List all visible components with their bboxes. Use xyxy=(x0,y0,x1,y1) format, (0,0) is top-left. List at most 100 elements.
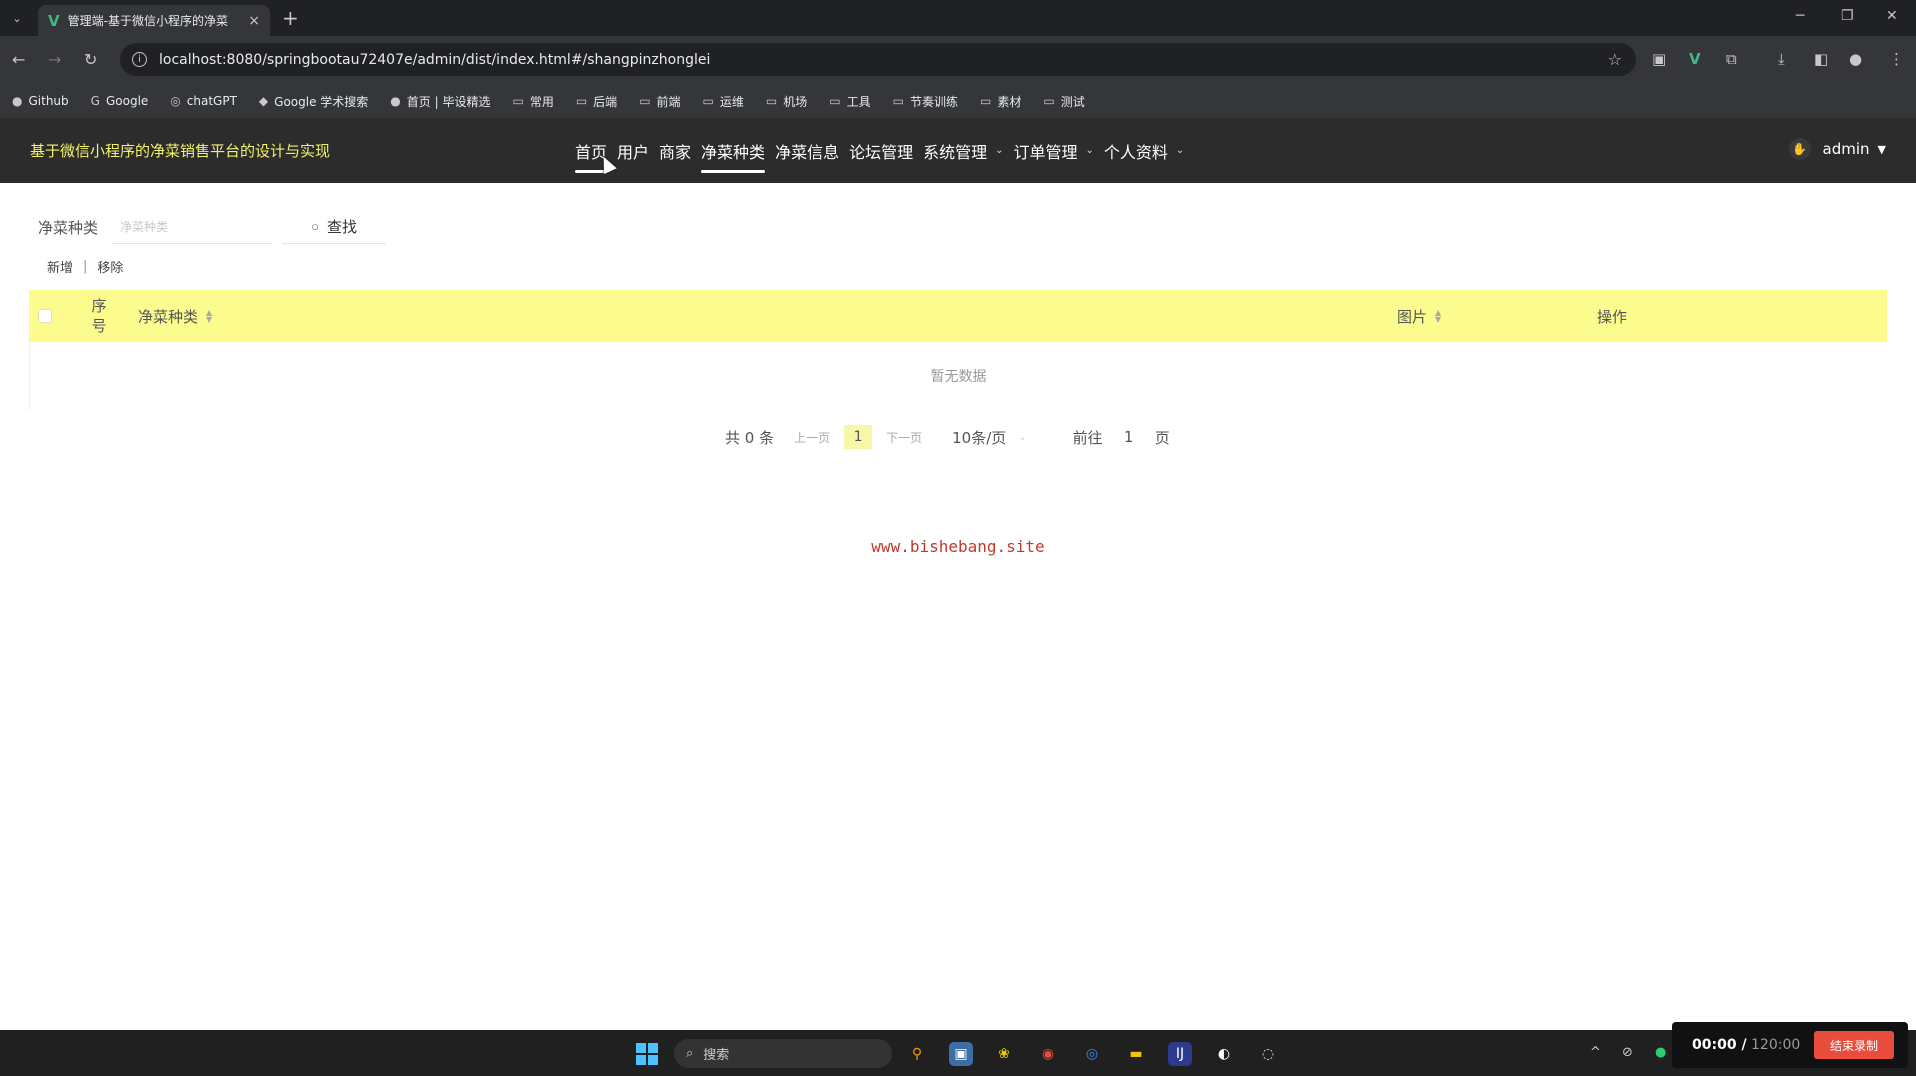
back-arrow-icon[interactable]: ← xyxy=(12,50,25,69)
scholar-icon: ◆ xyxy=(258,94,269,108)
app-title: 基于微信小程序的净菜销售平台的设计与实现 xyxy=(30,142,331,160)
folder-icon: ▭ xyxy=(1043,94,1055,108)
sort-icon[interactable]: ▲ ▼ xyxy=(1435,309,1441,324)
nav-merchants[interactable]: 商家 xyxy=(659,135,691,167)
search-icon: ○ xyxy=(311,219,319,234)
netease-music-icon[interactable]: ◉ xyxy=(1036,1042,1060,1066)
stop-recording-button[interactable]: 结束录制 xyxy=(1814,1031,1894,1059)
download-icon[interactable]: ⤓ xyxy=(1778,50,1785,68)
next-page-button[interactable]: 下一页 xyxy=(886,429,922,446)
category-search-input[interactable] xyxy=(112,210,273,244)
tray-chevron-icon[interactable]: ^ xyxy=(1590,1045,1601,1060)
watermark-link: www.bishebang.site xyxy=(871,537,1045,556)
bookmark-folder[interactable]: ▭ 前端 xyxy=(639,93,680,110)
select-all-cell xyxy=(38,309,58,323)
bookmark-google[interactable]: G Google xyxy=(91,94,149,108)
chatgpt-icon: ◎ xyxy=(170,94,181,108)
prev-page-button[interactable]: 上一页 xyxy=(794,429,830,446)
restore-icon[interactable]: ❐ xyxy=(1841,8,1854,24)
forward-arrow-icon[interactable]: → xyxy=(48,50,61,69)
folder-icon: ▭ xyxy=(892,94,904,108)
reload-icon[interactable]: ↻ xyxy=(84,50,97,69)
table-empty: 暂无数据 xyxy=(29,342,1887,410)
table-header: 序号 净菜种类 ▲ ▼ 图片 ▲ ▼ 操作 xyxy=(29,290,1887,342)
bookmark-folder[interactable]: ▭ 机场 xyxy=(766,93,807,110)
data-table: 序号 净菜种类 ▲ ▼ 图片 ▲ ▼ 操作 暂无数据 xyxy=(29,290,1887,410)
folder-icon: ▭ xyxy=(639,94,651,108)
add-button[interactable]: 新增 xyxy=(47,257,73,276)
puzzle-icon[interactable]: ⧉ xyxy=(1726,50,1737,68)
bookmark-scholar[interactable]: ◆ Google 学术搜索 xyxy=(259,93,368,110)
intellij-icon[interactable]: IJ xyxy=(1168,1042,1192,1066)
nav-forum[interactable]: 论坛管理 xyxy=(849,135,913,167)
search-app-icon[interactable]: ⚲ xyxy=(905,1042,929,1066)
tray-network-icon[interactable]: ⊘ xyxy=(1622,1045,1633,1060)
goto-page-input[interactable]: 1 xyxy=(1109,428,1149,446)
profile-icon[interactable]: ● xyxy=(1849,50,1862,68)
search-label: 净菜种类 xyxy=(38,218,99,237)
bookmark-folder[interactable]: ▭ 常用 xyxy=(512,93,553,110)
window-close-icon[interactable]: ✕ xyxy=(1886,8,1898,24)
remove-button[interactable]: 移除 xyxy=(97,257,123,276)
extension-icon[interactable]: ▣ xyxy=(1652,50,1666,68)
folder-icon: ▭ xyxy=(765,94,778,108)
search-button[interactable]: ○ 查找 xyxy=(282,210,387,244)
windows-taskbar: ⌕ 搜索 ⚲ ▣ ❀ ◉ ◎ ▬ IJ ◐ ◌ ^ ⊘ ● xyxy=(0,1030,1916,1076)
nav-users[interactable]: 用户 xyxy=(617,135,649,167)
taskbar-search[interactable]: ⌕ 搜索 xyxy=(674,1039,892,1068)
recording-timer: 00:00 / 120:00 xyxy=(1692,1037,1801,1053)
bookmark-folder[interactable]: ▭ 后端 xyxy=(576,93,617,110)
total-count: 共 0 条 xyxy=(725,428,775,447)
folder-icon: ▭ xyxy=(575,94,588,108)
remote-desktop-icon[interactable]: ▣ xyxy=(949,1042,973,1066)
omnibox[interactable]: i localhost:8080/springbootau72407e/admi… xyxy=(120,43,1636,76)
page-size-select[interactable]: 10条/页 ⌄ xyxy=(952,427,1027,448)
chevron-down-icon: ⌄ xyxy=(1085,145,1094,156)
chrome-icon[interactable]: ◎ xyxy=(1080,1042,1104,1066)
bookmark-folder[interactable]: ▭ 运维 xyxy=(703,93,744,110)
tray-app-icon[interactable]: ● xyxy=(1655,1045,1666,1060)
nav-profile[interactable]: 个人资料 ⌄ xyxy=(1104,135,1184,167)
vue-favicon-icon: V xyxy=(48,11,60,30)
select-all-checkbox[interactable] xyxy=(38,309,52,323)
wechat-icon[interactable]: ◌ xyxy=(1256,1042,1280,1066)
windows-start-icon[interactable] xyxy=(636,1043,658,1065)
column-header-image[interactable]: 图片 ▲ ▼ xyxy=(1397,306,1441,327)
bookmark-folder[interactable]: ▭ 节奏训练 xyxy=(893,93,958,110)
nav-system[interactable]: 系统管理 ⌄ xyxy=(923,135,1003,167)
nav-vegetable-info[interactable]: 净菜信息 xyxy=(775,135,839,167)
nav-orders[interactable]: 订单管理 ⌄ xyxy=(1014,135,1094,167)
bookmark-folder[interactable]: ▭ 测试 xyxy=(1043,93,1084,110)
goto-suffix: 页 xyxy=(1154,428,1170,447)
bookmark-folder[interactable]: ▭ 工具 xyxy=(829,93,870,110)
qq-icon[interactable]: ◐ xyxy=(1212,1042,1236,1066)
bookmark-chatgpt[interactable]: ◎ chatGPT xyxy=(170,94,237,108)
address-bar-row: ← → ↻ i localhost:8080/springbootau72407… xyxy=(0,36,1916,84)
page-number[interactable]: 1 xyxy=(844,425,873,449)
minimize-icon[interactable]: ─ xyxy=(1796,8,1804,24)
sidepanel-icon[interactable]: ◧ xyxy=(1814,50,1828,68)
bookmark-star-icon[interactable]: ☆ xyxy=(1608,50,1622,69)
user-menu[interactable]: ✋ admin ▼ xyxy=(1788,138,1886,160)
file-explorer-icon[interactable]: ▬ xyxy=(1124,1042,1148,1066)
bookmark-github[interactable]: ● Github xyxy=(12,94,69,108)
browser-tab[interactable]: V 管理端-基于微信小程序的净菜 × xyxy=(38,5,270,36)
site-info-icon[interactable]: i xyxy=(132,52,147,67)
column-header-category[interactable]: 净菜种类 ▲ ▼ xyxy=(138,306,212,327)
tab-close-icon[interactable]: × xyxy=(248,13,260,29)
nav-vegetable-category[interactable]: 净菜种类 xyxy=(701,135,766,173)
chevron-down-icon: ⌄ xyxy=(995,145,1004,156)
bookmark-bishe[interactable]: ● 首页 | 毕设精选 xyxy=(390,93,490,110)
github-icon: ● xyxy=(12,94,23,108)
baidu-icon[interactable]: ❀ xyxy=(992,1042,1016,1066)
tab-search-icon[interactable]: ⌄ xyxy=(7,8,27,28)
bookmark-folder[interactable]: ▭ 素材 xyxy=(980,93,1021,110)
new-tab-button[interactable]: + xyxy=(282,6,299,30)
goto-label: 前往 xyxy=(1072,428,1103,447)
pagination: 共 0 条 上一页 1 下一页 10条/页 ⌄ 前往 1 页 xyxy=(725,425,1170,449)
sort-icon[interactable]: ▲ ▼ xyxy=(206,309,212,324)
browser-tab-bar: ⌄ V 管理端-基于微信小程序的净菜 × + ─ ❐ ✕ xyxy=(0,0,1916,36)
menu-kebab-icon[interactable]: ⋮ xyxy=(1889,50,1904,68)
url-text[interactable]: localhost:8080/springbootau72407e/admin/… xyxy=(159,52,710,68)
vue-devtools-icon[interactable]: V xyxy=(1689,50,1701,68)
